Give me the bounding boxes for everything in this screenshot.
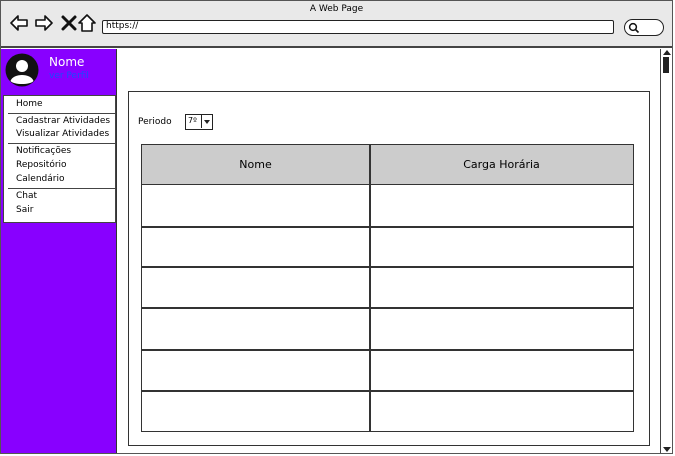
browser-toolbar: A Web Page https://	[1, 1, 672, 48]
menu-divider	[8, 113, 116, 114]
menu-divider	[8, 188, 116, 189]
sidebar: Nome ver Perfil Home Cadastrar Atividade…	[1, 49, 117, 453]
scroll-thumb[interactable]	[663, 57, 669, 73]
chevron-down-icon[interactable]	[201, 115, 212, 128]
activities-table: Nome Carga Horária	[141, 144, 634, 432]
table-row-divider	[142, 349, 633, 351]
menu-item-chat[interactable]: Chat	[16, 191, 37, 201]
menu-item-notificacoes[interactable]: Notificações	[16, 146, 71, 156]
table-row-divider	[142, 266, 633, 268]
table-row-divider	[142, 390, 633, 392]
column-divider	[369, 145, 371, 431]
column-header-carga-horaria[interactable]: Carga Horária	[370, 145, 633, 185]
sidebar-menu: Home Cadastrar Atividades Visualizar Ati…	[3, 95, 116, 223]
profile-link[interactable]: ver Perfil	[49, 71, 89, 81]
periodo-select-value: 7º	[188, 116, 197, 125]
menu-divider	[8, 143, 116, 144]
close-icon[interactable]	[60, 14, 78, 32]
home-icon[interactable]	[78, 14, 96, 32]
window-title: A Web Page	[309, 4, 364, 14]
menu-item-home[interactable]: Home	[16, 99, 43, 109]
scroll-up-icon[interactable]	[663, 50, 671, 55]
vertical-scrollbar[interactable]	[660, 49, 672, 453]
periodo-label: Periodo	[138, 117, 172, 127]
url-bar[interactable]: https://	[102, 20, 614, 34]
menu-item-cadastrar-atividades[interactable]: Cadastrar Atividades	[16, 116, 110, 126]
column-header-nome[interactable]: Nome	[142, 145, 369, 185]
url-text: https://	[106, 21, 139, 31]
table-row-divider	[142, 307, 633, 309]
periodo-select[interactable]: 7º	[185, 114, 213, 130]
scroll-down-icon[interactable]	[663, 447, 671, 452]
back-arrow-icon[interactable]	[10, 14, 28, 32]
menu-item-sair[interactable]: Sair	[16, 205, 33, 215]
menu-item-repositorio[interactable]: Repositório	[16, 160, 67, 170]
menu-item-visualizar-atividades[interactable]: Visualizar Atividades	[16, 129, 109, 139]
search-field[interactable]	[624, 19, 664, 36]
forward-arrow-icon[interactable]	[35, 14, 53, 32]
user-name: Nome	[49, 55, 85, 69]
menu-item-calendario[interactable]: Calendário	[16, 174, 64, 184]
table-row-divider	[142, 226, 633, 228]
search-icon	[628, 22, 640, 34]
avatar-icon[interactable]	[5, 53, 39, 87]
